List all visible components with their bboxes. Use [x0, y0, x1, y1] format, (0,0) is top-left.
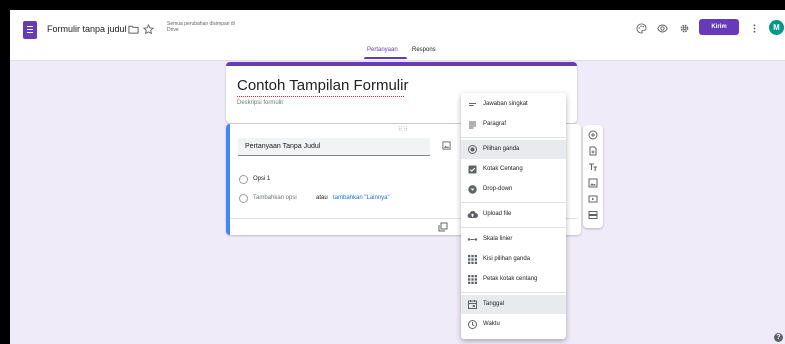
linear-scale-icon	[467, 238, 478, 241]
add-section-icon[interactable]	[588, 210, 598, 220]
star-icon[interactable]	[143, 24, 154, 35]
active-tab-indicator	[364, 57, 407, 59]
drag-handle-icon[interactable]: ⠿⠿	[398, 126, 409, 133]
add-or-text: atau	[316, 195, 328, 201]
dropdown-icon	[468, 185, 477, 194]
menu-item-checkbox-grid[interactable]: Petak kotak centang	[461, 270, 566, 289]
add-video-icon[interactable]	[588, 194, 598, 204]
header-bar: Formulir tanpa judul Semua perubahan dis…	[10, 10, 785, 61]
form-description-field[interactable]: Deskripsi formulir	[237, 100, 283, 106]
radio-icon	[468, 145, 477, 154]
add-question-icon[interactable]	[588, 130, 598, 140]
menu-item-time[interactable]: Waktu	[461, 315, 566, 334]
tab-pertanyaan[interactable]: Pertanyaan	[367, 47, 398, 53]
checkbox-grid-icon	[468, 275, 477, 284]
app-frame: Formulir tanpa judul Semua perubahan dis…	[10, 10, 785, 344]
checkbox-icon	[468, 165, 477, 174]
side-toolbar	[583, 125, 603, 228]
cloud-upload-icon	[467, 210, 478, 219]
short-text-icon	[469, 103, 476, 106]
question-type-menu: Jawaban singkat Paragraf Pilihan ganda K…	[461, 93, 566, 339]
form-title[interactable]: Contoh Tampilan Formulir	[237, 77, 408, 94]
forms-logo-icon[interactable]	[23, 21, 37, 39]
folder-icon[interactable]	[128, 24, 139, 35]
calendar-icon	[468, 300, 477, 309]
grid-icon	[468, 255, 477, 264]
help-icon[interactable]: ?	[774, 333, 783, 342]
menu-item-checkboxes[interactable]: Kotak Centang	[461, 160, 566, 179]
menu-item-short-answer[interactable]: Jawaban singkat	[461, 95, 566, 114]
send-button[interactable]: Kirim	[699, 19, 739, 35]
add-title-icon[interactable]	[588, 162, 598, 172]
paragraph-icon	[469, 121, 476, 129]
question-title-input[interactable]: Pertanyaan Tanpa Judul	[238, 138, 430, 156]
menu-item-multiple-choice-grid[interactable]: Kisi pilihan ganda	[461, 250, 566, 269]
palette-icon[interactable]	[636, 23, 647, 34]
duplicate-icon[interactable]	[438, 222, 448, 232]
import-questions-icon[interactable]	[588, 146, 598, 156]
clock-icon	[468, 320, 477, 329]
menu-item-file-upload[interactable]: Upload file	[461, 205, 566, 224]
tab-respons[interactable]: Respons	[412, 47, 436, 53]
save-status-text: Semua perubahan disimpan di Drive	[167, 21, 235, 33]
menu-item-date[interactable]: Tanggal	[461, 295, 566, 314]
menu-item-paragraph[interactable]: Paragraf	[461, 115, 566, 134]
menu-item-multiple-choice[interactable]: Pilihan ganda	[461, 140, 566, 159]
preview-eye-icon[interactable]	[657, 23, 668, 34]
add-option-radio-icon	[239, 194, 248, 203]
add-image-icon[interactable]	[588, 178, 598, 188]
menu-item-dropdown[interactable]: Drop-down	[461, 180, 566, 199]
add-image-icon[interactable]	[442, 141, 451, 150]
account-avatar[interactable]: M	[769, 20, 784, 35]
spellcheck-underline	[237, 96, 404, 97]
option-1-text[interactable]: Opsi 1	[253, 176, 270, 182]
question-title-text: Pertanyaan Tanpa Judul	[245, 143, 321, 150]
more-vert-icon[interactable]	[749, 23, 760, 34]
add-option-link[interactable]: Tambahkan opsi	[253, 195, 297, 201]
form-doc-title[interactable]: Formulir tanpa judul	[47, 24, 127, 34]
option-radio-icon	[239, 175, 248, 184]
add-other-link[interactable]: tambahkan "Lainnya"	[333, 195, 390, 201]
menu-item-linear-scale[interactable]: Skala linier	[461, 230, 566, 249]
settings-gear-icon[interactable]	[679, 23, 690, 34]
